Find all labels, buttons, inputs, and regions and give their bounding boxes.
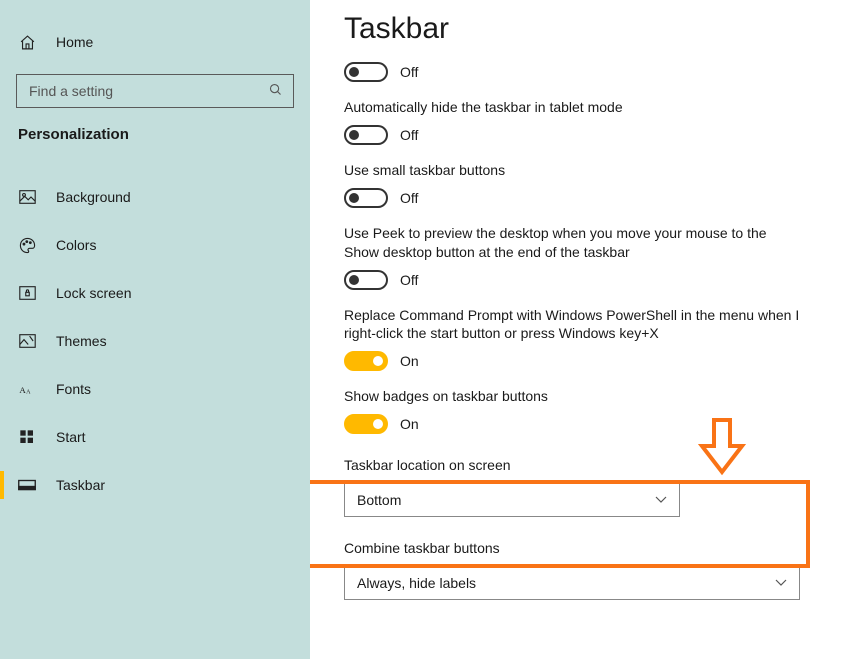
sidebar-item-label: Taskbar <box>56 477 105 493</box>
home-icon <box>18 34 36 51</box>
chevron-down-icon <box>775 576 787 590</box>
toggle-powershell[interactable] <box>344 351 388 371</box>
taskbar-location-dropdown[interactable]: Bottom <box>344 483 680 517</box>
themes-icon <box>18 334 36 348</box>
toggle-small-buttons[interactable] <box>344 188 388 208</box>
sidebar-item-themes[interactable]: Themes <box>0 317 310 365</box>
image-icon <box>18 190 36 204</box>
setting-label: Show badges on taskbar buttons <box>344 387 804 406</box>
toggle-autohide-tablet[interactable] <box>344 125 388 145</box>
setting-label: Taskbar location on screen <box>344 456 804 475</box>
home-label: Home <box>56 34 93 50</box>
setting-label: Use small taskbar buttons <box>344 161 804 180</box>
sidebar-item-background[interactable]: Background <box>0 173 310 221</box>
category-title: Personalization <box>0 126 310 153</box>
fonts-icon: AA <box>18 382 36 397</box>
lock-screen-icon <box>18 286 36 300</box>
setting-label: Combine taskbar buttons <box>344 539 804 558</box>
start-icon <box>18 429 36 445</box>
home-link[interactable]: Home <box>0 24 310 60</box>
palette-icon <box>18 237 36 254</box>
sidebar-item-fonts[interactable]: AA Fonts <box>0 365 310 413</box>
sidebar-item-taskbar[interactable]: Taskbar <box>0 461 310 509</box>
dropdown-value: Always, hide labels <box>357 575 476 591</box>
toggle-state: On <box>400 416 419 432</box>
toggle-lock-taskbar[interactable] <box>344 62 388 82</box>
sidebar-item-label: Lock screen <box>56 285 131 301</box>
toggle-state: Off <box>400 190 418 206</box>
search-input[interactable] <box>16 74 294 108</box>
setting-label: Automatically hide the taskbar in tablet… <box>344 98 804 117</box>
toggle-state: Off <box>400 272 418 288</box>
sidebar-nav: Background Colors Lock screen Themes <box>0 173 310 509</box>
toggle-state: On <box>400 353 419 369</box>
sidebar-item-label: Themes <box>56 333 107 349</box>
sidebar-item-label: Start <box>56 429 86 445</box>
sidebar-item-label: Colors <box>56 237 96 253</box>
taskbar-icon <box>18 479 36 491</box>
sidebar-item-colors[interactable]: Colors <box>0 221 310 269</box>
content-area: Taskbar Off Automatically hide the taskb… <box>310 0 864 659</box>
search-field[interactable] <box>27 82 268 100</box>
setting-label: Replace Command Prompt with Windows Powe… <box>344 306 804 344</box>
combine-buttons-dropdown[interactable]: Always, hide labels <box>344 566 800 600</box>
search-icon <box>268 82 283 100</box>
toggle-state: Off <box>400 127 418 143</box>
toggle-peek[interactable] <box>344 270 388 290</box>
sidebar-item-start[interactable]: Start <box>0 413 310 461</box>
sidebar-item-label: Fonts <box>56 381 91 397</box>
setting-label: Use Peek to preview the desktop when you… <box>344 224 804 262</box>
sidebar-item-label: Background <box>56 189 131 205</box>
chevron-down-icon <box>655 493 667 507</box>
page-title: Taskbar <box>344 12 864 46</box>
svg-text:A: A <box>19 384 26 394</box>
toggle-badges[interactable] <box>344 414 388 434</box>
sidebar: Home Personalization Background <box>0 0 310 659</box>
svg-text:A: A <box>26 389 31 395</box>
sidebar-item-lock-screen[interactable]: Lock screen <box>0 269 310 317</box>
toggle-state: Off <box>400 64 418 80</box>
dropdown-value: Bottom <box>357 492 401 508</box>
